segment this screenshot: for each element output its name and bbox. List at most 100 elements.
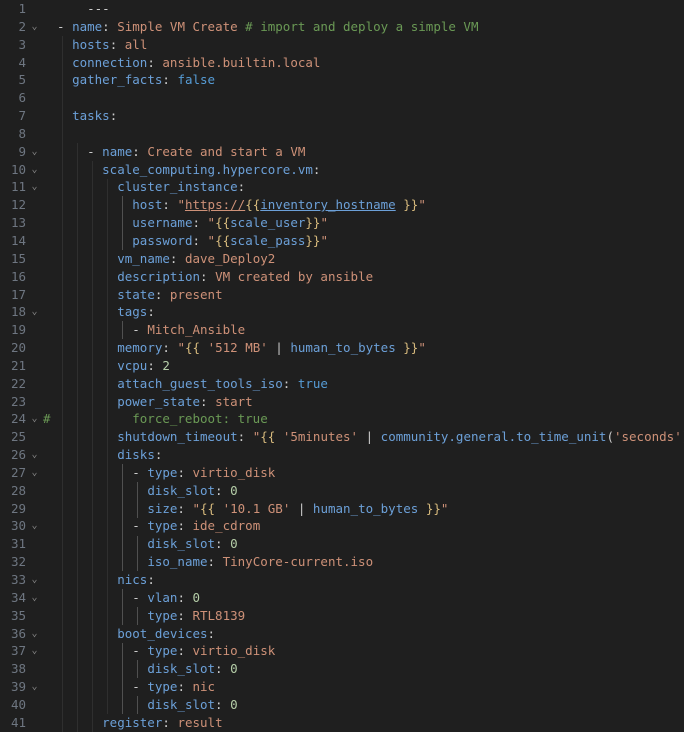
code-line[interactable]: 24 ⌄ # force_reboot: true xyxy=(0,410,684,428)
comment-marker-placeholder xyxy=(43,553,53,571)
code-text[interactable]: vcpu: 2 xyxy=(53,357,684,375)
code-text[interactable]: tasks: xyxy=(53,107,684,125)
code-line[interactable]: 20 memory: "{{ '512 MB' | human_to_bytes… xyxy=(0,339,684,357)
code-text[interactable]: - vlan: 0 xyxy=(53,589,684,607)
code-text[interactable]: description: VM created by ansible xyxy=(53,268,684,286)
code-text[interactable]: disk_slot: 0 xyxy=(53,696,684,714)
code-text[interactable]: - type: nic xyxy=(53,678,684,696)
code-text[interactable]: disk_slot: 0 xyxy=(53,660,684,678)
code-text[interactable]: type: RTL8139 xyxy=(53,607,684,625)
chevron-down-icon[interactable]: ⌄ xyxy=(26,642,43,660)
code-line[interactable]: 21 vcpu: 2 xyxy=(0,357,684,375)
chevron-down-icon[interactable]: ⌄ xyxy=(26,410,43,428)
chevron-down-icon[interactable]: ⌄ xyxy=(26,143,43,161)
code-line[interactable]: 6 xyxy=(0,89,684,107)
code-text[interactable]: iso_name: TinyCore-current.iso xyxy=(53,553,684,571)
code-line[interactable]: 1 --- xyxy=(0,0,684,18)
code-line[interactable]: 2 ⌄ - name: Simple VM Create # import and… xyxy=(0,18,684,36)
code-text[interactable]: shutdown_timeout: "{{ '5minutes' | commu… xyxy=(53,428,684,446)
code-text[interactable]: state: present xyxy=(53,286,684,304)
code-line[interactable]: 33 ⌄ nics: xyxy=(0,571,684,589)
code-line[interactable]: 9 ⌄ - name: Create and start a VM xyxy=(0,143,684,161)
code-text[interactable]: gather_facts: false xyxy=(53,71,684,89)
comment-marker-placeholder xyxy=(43,500,53,518)
code-line[interactable]: 29 size: "{{ '10.1 GB' | human_to_bytes … xyxy=(0,500,684,518)
code-line[interactable]: 36 ⌄ boot_devices: xyxy=(0,625,684,643)
code-text[interactable]: disk_slot: 0 xyxy=(53,535,684,553)
code-text[interactable]: disks: xyxy=(53,446,684,464)
code-line[interactable]: 5 gather_facts: false xyxy=(0,71,684,89)
code-line[interactable]: 3 hosts: all xyxy=(0,36,684,54)
code-line[interactable]: 8 xyxy=(0,125,684,143)
chevron-down-icon[interactable]: ⌄ xyxy=(26,178,43,196)
code-line[interactable]: 35 type: RTL8139 xyxy=(0,607,684,625)
code-text[interactable] xyxy=(53,89,684,107)
code-text[interactable]: attach_guest_tools_iso: true xyxy=(53,375,684,393)
code-line[interactable]: 26 ⌄ disks: xyxy=(0,446,684,464)
code-line[interactable]: 38 disk_slot: 0 xyxy=(0,660,684,678)
code-line[interactable]: 31 disk_slot: 0 xyxy=(0,535,684,553)
code-line[interactable]: 11 ⌄ cluster_instance: xyxy=(0,178,684,196)
code-text[interactable]: power_state: start xyxy=(53,393,684,411)
code-text[interactable]: tags: xyxy=(53,303,684,321)
code-line[interactable]: 22 attach_guest_tools_iso: true xyxy=(0,375,684,393)
code-text[interactable]: boot_devices: xyxy=(53,625,684,643)
code-line[interactable]: 23 power_state: start xyxy=(0,393,684,411)
code-text[interactable]: disk_slot: 0 xyxy=(53,482,684,500)
code-text[interactable]: hosts: all xyxy=(53,36,684,54)
code-line[interactable]: 17 state: present xyxy=(0,286,684,304)
chevron-down-icon[interactable]: ⌄ xyxy=(26,571,43,589)
code-line[interactable]: 15 vm_name: dave_Deploy2 xyxy=(0,250,684,268)
code-text[interactable]: force_reboot: true xyxy=(53,410,684,428)
code-text[interactable]: scale_computing.hypercore.vm: xyxy=(53,161,684,179)
code-line[interactable]: 32 iso_name: TinyCore-current.iso xyxy=(0,553,684,571)
code-line[interactable]: 27 ⌄ - type: virtio_disk xyxy=(0,464,684,482)
code-text[interactable]: register: result xyxy=(53,714,684,732)
code-line[interactable]: 7 tasks: xyxy=(0,107,684,125)
code-text[interactable]: - name: Simple VM Create # import and de… xyxy=(53,18,684,36)
chevron-down-icon[interactable]: ⌄ xyxy=(26,18,43,36)
code-line[interactable]: 12 host: "https://{{inventory_hostname }… xyxy=(0,196,684,214)
code-line[interactable]: 13 username: "{{scale_user}}" xyxy=(0,214,684,232)
chevron-down-icon[interactable]: ⌄ xyxy=(26,517,43,535)
chevron-down-icon[interactable]: ⌄ xyxy=(26,161,43,179)
code-line[interactable]: 18 ⌄ tags: xyxy=(0,303,684,321)
chevron-down-icon[interactable]: ⌄ xyxy=(26,303,43,321)
code-text[interactable]: host: "https://{{inventory_hostname }}" xyxy=(53,196,684,214)
code-text[interactable]: --- xyxy=(53,0,684,18)
chevron-down-icon[interactable]: ⌄ xyxy=(26,446,43,464)
code-line[interactable]: 30 ⌄ - type: ide_cdrom xyxy=(0,517,684,535)
code-lines[interactable]: 1 --- 2 ⌄ - name: Simple VM Create # impor… xyxy=(0,0,684,732)
chevron-down-icon[interactable]: ⌄ xyxy=(26,464,43,482)
code-text[interactable]: memory: "{{ '512 MB' | human_to_bytes }}… xyxy=(53,339,684,357)
code-text[interactable]: password: "{{scale_pass}}" xyxy=(53,232,684,250)
code-line[interactable]: 39 ⌄ - type: nic xyxy=(0,678,684,696)
code-line[interactable]: 10 ⌄ scale_computing.hypercore.vm: xyxy=(0,161,684,179)
chevron-down-icon[interactable]: ⌄ xyxy=(26,589,43,607)
code-line[interactable]: 28 disk_slot: 0 xyxy=(0,482,684,500)
code-text[interactable]: - type: virtio_disk xyxy=(53,464,684,482)
code-line[interactable]: 16 description: VM created by ansible xyxy=(0,268,684,286)
code-line[interactable]: 4 connection: ansible.builtin.local xyxy=(0,54,684,72)
code-text[interactable] xyxy=(53,125,684,143)
code-text[interactable]: - type: virtio_disk xyxy=(53,642,684,660)
code-line[interactable]: 40 disk_slot: 0 xyxy=(0,696,684,714)
code-text[interactable]: nics: xyxy=(53,571,684,589)
code-text[interactable]: - Mitch_Ansible xyxy=(53,321,684,339)
code-text[interactable]: - name: Create and start a VM xyxy=(53,143,684,161)
code-text[interactable]: username: "{{scale_user}}" xyxy=(53,214,684,232)
code-text[interactable]: connection: ansible.builtin.local xyxy=(53,54,684,72)
code-line[interactable]: 25 shutdown_timeout: "{{ '5minutes' | co… xyxy=(0,428,684,446)
code-text[interactable]: - type: ide_cdrom xyxy=(53,517,684,535)
code-text[interactable]: vm_name: dave_Deploy2 xyxy=(53,250,684,268)
code-line[interactable]: 41 register: result xyxy=(0,714,684,732)
code-line[interactable]: 37 ⌄ - type: virtio_disk xyxy=(0,642,684,660)
code-line[interactable]: 14 password: "{{scale_pass}}" xyxy=(0,232,684,250)
chevron-down-icon[interactable]: ⌄ xyxy=(26,625,43,643)
code-text[interactable]: size: "{{ '10.1 GB' | human_to_bytes }}" xyxy=(53,500,684,518)
code-text[interactable]: cluster_instance: xyxy=(53,178,684,196)
code-line[interactable]: 34 ⌄ - vlan: 0 xyxy=(0,589,684,607)
code-editor[interactable]: 1 --- 2 ⌄ - name: Simple VM Create # impor… xyxy=(0,0,684,732)
chevron-down-icon[interactable]: ⌄ xyxy=(26,678,43,696)
code-line[interactable]: 19 - Mitch_Ansible xyxy=(0,321,684,339)
